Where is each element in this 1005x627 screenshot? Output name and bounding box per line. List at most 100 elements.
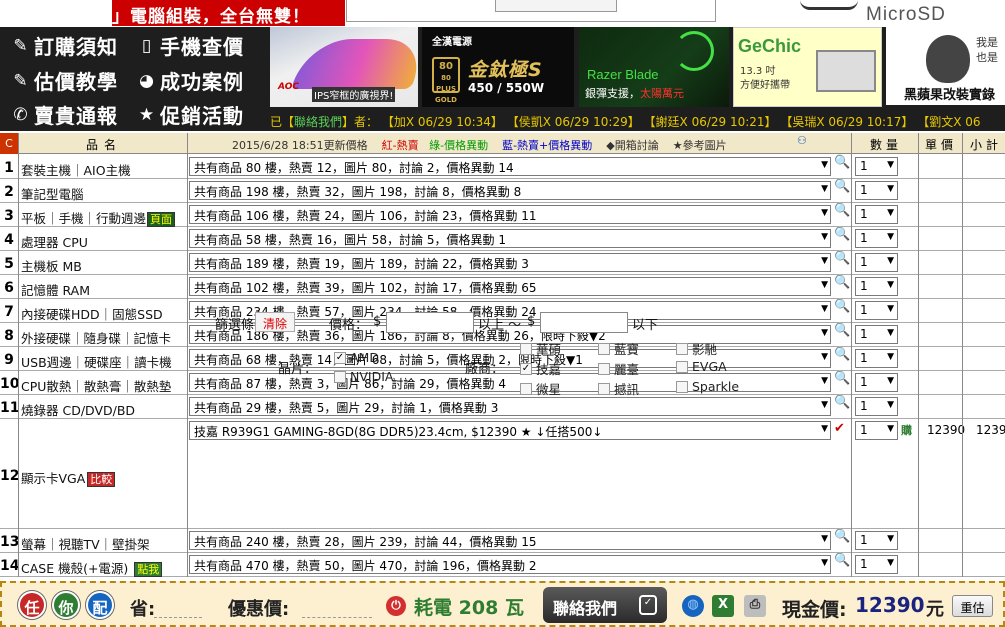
search-icon[interactable]: 🔍 xyxy=(834,227,850,242)
contact-us-label: 聯絡我們 xyxy=(553,599,618,618)
product-select[interactable]: 共有商品 470 樓，熱賣 50，圖片 470，討論 196，價格異動 2 ▼ xyxy=(189,555,831,574)
checkbox-撼訊[interactable]: 撼訊 xyxy=(598,379,639,398)
category-tag[interactable]: 點我 xyxy=(134,562,163,577)
menu-phone[interactable]: ▯ 手機查價 xyxy=(136,31,244,60)
category-name[interactable]: 顯示卡VGA 比較 xyxy=(21,468,116,487)
quantity-select[interactable]: 1 ▼ xyxy=(855,555,898,574)
checkbox-box[interactable] xyxy=(520,382,532,395)
ad-psu-banner[interactable]: 全漢電源 80 80 PLUS GOLD 金鈦極S 450 / 550W xyxy=(422,27,574,107)
product-select[interactable]: 技嘉 R939G1 GAMING-8GD(8G DDR5)23.4cm, $12… xyxy=(189,421,831,440)
clear-filter-button[interactable]: 清除 xyxy=(255,312,295,332)
product-select[interactable]: 共有商品 198 樓，熱賣 32，圖片 198，討論 8，價格異動 8 ▼ xyxy=(189,181,831,200)
checkbox-sparkle[interactable]: Sparkle xyxy=(676,379,739,394)
search-icon[interactable]: 🔍 xyxy=(834,529,850,544)
checkbox-box[interactable] xyxy=(334,370,346,383)
column-divider xyxy=(918,133,919,577)
menu-star[interactable]: ★ 促銷活動 xyxy=(136,100,244,129)
chevron-down-icon: ▼ xyxy=(821,558,828,568)
reset-button[interactable]: 重估 xyxy=(952,595,993,617)
remove-check-icon[interactable]: ✔ xyxy=(834,421,845,436)
menu-edit[interactable]: ✎ 估價教學 xyxy=(10,66,118,95)
category-name[interactable]: 內接硬碟HDD｜固態SSD xyxy=(21,304,163,323)
globe-icon[interactable]: ◍ xyxy=(682,595,704,617)
quantity-select[interactable]: 1 ▼ xyxy=(855,157,898,176)
checkbox-影馳[interactable]: 影馳 xyxy=(676,339,717,358)
category-name[interactable]: CASE 機殼(+電源) 點我 xyxy=(21,558,163,577)
checkbox-box[interactable] xyxy=(520,342,532,355)
product-select[interactable]: 共有商品 58 樓，熱賣 16，圖片 58，討論 5，價格異動 1 ▼ xyxy=(189,229,831,248)
quantity-select[interactable]: 1 ▼ xyxy=(855,229,898,248)
search-icon[interactable]: 🔍 xyxy=(834,179,850,194)
quantity-select[interactable]: 1 ▼ xyxy=(855,253,898,272)
product-select[interactable]: 共有商品 240 樓，熱賣 28，圖片 239，討論 44，價格異動 15 ▼ xyxy=(189,531,831,550)
category-name[interactable]: 平板｜手機｜行動週邊 頁面 xyxy=(21,208,176,227)
checkbox-box[interactable] xyxy=(598,342,610,355)
top-button-frame[interactable] xyxy=(495,0,617,12)
ad-apple-banner[interactable]: 我是 也是 黑蘋果改裝實錄 xyxy=(886,27,1005,105)
ad-aoc-banner[interactable]: AOC IPS窄框的廣視界! xyxy=(270,27,418,107)
category-name[interactable]: 燒錄器 CD/DVD/BD xyxy=(21,400,135,419)
price-max-input[interactable] xyxy=(540,312,628,333)
top-search-frame xyxy=(346,0,716,22)
ad-razer-banner[interactable]: Razer Blade 銀彈支援，太陽萬元 xyxy=(579,27,729,107)
checkbox-box[interactable] xyxy=(598,382,610,395)
category-name[interactable]: 記憶體 RAM xyxy=(21,280,90,299)
quantity-select[interactable]: 1 ▼ xyxy=(855,531,898,550)
table-row: 2 筆記型電腦 共有商品 198 樓，熱賣 32，圖片 198，討論 8，價格異動 … xyxy=(0,179,1005,203)
category-name[interactable]: 套裝主機｜AIO主機 xyxy=(21,160,131,179)
search-icon[interactable]: 🔍 xyxy=(834,203,850,218)
category-name[interactable]: CPU散熱｜散熱膏｜散熱墊 xyxy=(21,376,171,395)
product-select[interactable]: 共有商品 189 樓，熱賣 19，圖片 189，討論 22，價格異動 3 ▼ xyxy=(189,253,831,272)
checkbox-box[interactable] xyxy=(598,362,610,375)
menu-telephone[interactable]: ✆ 賣貴通報 xyxy=(10,100,118,129)
razer-name: Razer Blade xyxy=(587,67,659,82)
search-icon[interactable]: 🔍 xyxy=(834,251,850,266)
menu-chat[interactable]: ◕ 成功案例 xyxy=(136,66,244,95)
checkbox-nvidia[interactable]: NVIDIA xyxy=(334,369,393,384)
checkbox-box[interactable] xyxy=(676,342,688,355)
product-select[interactable]: 共有商品 102 樓，熱賣 39，圖片 102，討論 17，價格異動 65 ▼ xyxy=(189,277,831,296)
checkbox-evga[interactable]: EVGA xyxy=(676,359,727,374)
checkbox-box[interactable]: ✓ xyxy=(520,362,532,375)
search-icon[interactable]: 🔍 xyxy=(834,275,850,290)
checkbox-amd[interactable]: ✓ AMD xyxy=(334,350,379,365)
category-name[interactable]: USB週邊｜硬碟座｜讀卡機 xyxy=(21,352,172,371)
ad-gechic-banner[interactable]: GeChic 13.3 吋 方便好攜帶 xyxy=(733,27,882,107)
menu-label: 促銷活動 xyxy=(160,104,244,128)
quantity-select[interactable]: 1 ▼ xyxy=(855,205,898,224)
menu-wrench[interactable]: ✎ 訂購須知 xyxy=(10,31,118,60)
ticker-contact-link[interactable]: 聯絡我們 xyxy=(294,115,342,129)
checkbox-技嘉[interactable]: ✓ 技嘉 xyxy=(520,359,561,378)
contact-us-button[interactable]: 聯絡我們 ✓ xyxy=(543,587,667,623)
checkbox-華碩[interactable]: 華碩 xyxy=(520,339,561,358)
search-icon[interactable]: 🔍 xyxy=(834,155,850,170)
category-name[interactable]: 外接硬碟｜隨身碟｜記憶卡 xyxy=(21,328,171,347)
checkbox-label: EVGA xyxy=(692,359,727,374)
category-name[interactable]: 螢幕｜視聽TV｜壁掛架 xyxy=(21,534,150,553)
column-subtotal: 小計 xyxy=(970,138,1003,152)
quantity-select[interactable]: 1 ▼ xyxy=(855,421,898,440)
checkbox-麗臺[interactable]: 麗臺 xyxy=(598,359,639,378)
search-icon[interactable]: 🔍 xyxy=(834,553,850,568)
checkbox-box[interactable] xyxy=(676,360,688,373)
category-name[interactable]: 處理器 CPU xyxy=(21,232,88,251)
checkbox-微星[interactable]: 微星 xyxy=(520,379,561,398)
category-name[interactable]: 主機板 MB xyxy=(21,256,82,275)
category-tag[interactable]: 比較 xyxy=(87,472,116,487)
users-icon[interactable]: ⚇ xyxy=(797,134,813,148)
vendor-label: 廠商： xyxy=(465,362,505,377)
price-min-input[interactable] xyxy=(386,312,474,333)
buy-link[interactable]: 購 xyxy=(901,422,912,438)
top-strip: 」電腦組裝，全台無雙！ MicroSD xyxy=(0,0,1005,27)
product-select[interactable]: 共有商品 80 樓，熱賣 12，圖片 80，討論 2，價格異動 14 ▼ xyxy=(189,157,831,176)
checkbox-藍寶[interactable]: 藍寶 xyxy=(598,339,639,358)
checkbox-box[interactable]: ✓ xyxy=(334,351,346,364)
category-tag[interactable]: 頁面 xyxy=(147,212,176,227)
category-name[interactable]: 筆記型電腦 xyxy=(21,184,84,203)
excel-icon[interactable]: X xyxy=(712,595,734,617)
quantity-select[interactable]: 1 ▼ xyxy=(855,277,898,296)
checkbox-box[interactable] xyxy=(676,380,688,393)
quantity-select[interactable]: 1 ▼ xyxy=(855,181,898,200)
print-icon[interactable]: ⎙ xyxy=(744,595,766,617)
product-select[interactable]: 共有商品 106 樓，熱賣 24，圖片 106，討論 23，價格異動 11 ▼ xyxy=(189,205,831,224)
